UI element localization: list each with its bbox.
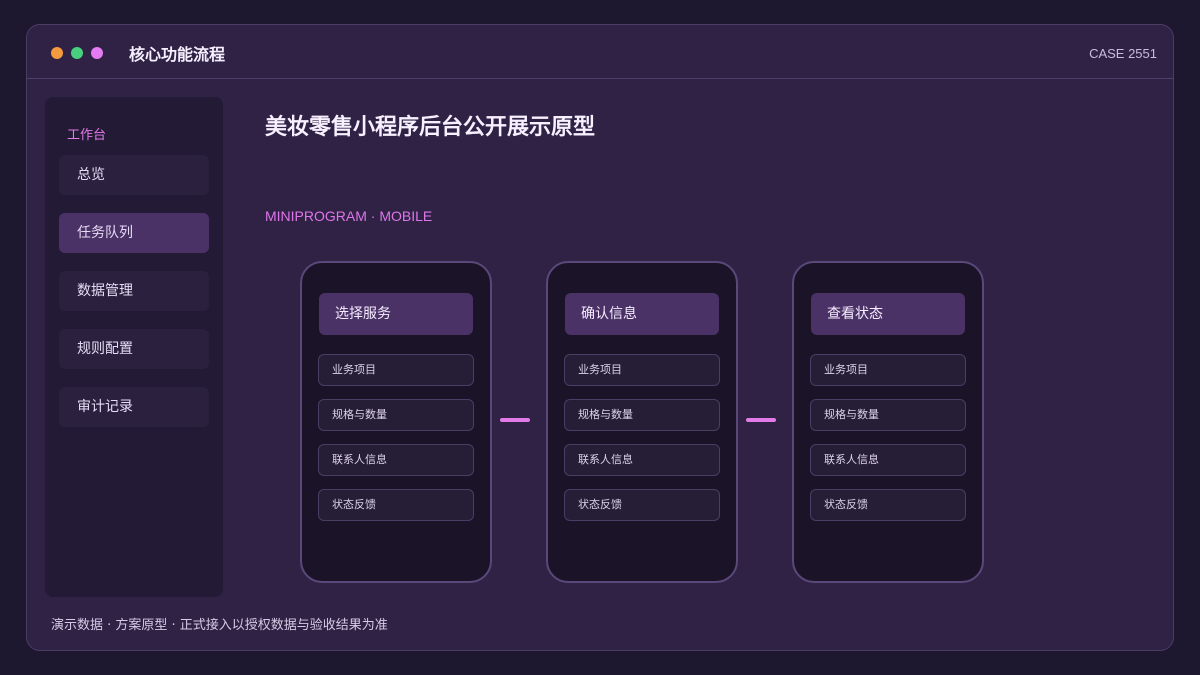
sidebar-item-rule-config[interactable]: 规则配置	[59, 329, 209, 369]
phone-field[interactable]: 联系人信息	[810, 444, 966, 476]
case-number: CASE 2551	[1089, 46, 1157, 61]
app-window: 核心功能流程 CASE 2551 工作台 总览 任务队列 数据管理 规则配置 审…	[26, 24, 1174, 651]
phone-header[interactable]: 确认信息	[565, 293, 719, 335]
phone-field[interactable]: 联系人信息	[564, 444, 720, 476]
phone-mockup-view-status: 查看状态 业务项目 规格与数量 联系人信息 状态反馈	[792, 261, 984, 583]
page-title: 美妆零售小程序后台公开展示原型	[265, 115, 596, 140]
phone-field[interactable]: 规格与数量	[810, 399, 966, 431]
phone-field[interactable]: 业务项目	[318, 354, 474, 386]
phone-header[interactable]: 选择服务	[319, 293, 473, 335]
phone-field[interactable]: 业务项目	[564, 354, 720, 386]
phone-field[interactable]: 业务项目	[810, 354, 966, 386]
phone-field[interactable]: 状态反馈	[810, 489, 966, 521]
footer-note: 演示数据 · 方案原型 · 正式接入以授权数据与验收结果为准	[51, 618, 388, 633]
phone-mockup-confirm-info: 确认信息 业务项目 规格与数量 联系人信息 状态反馈	[546, 261, 738, 583]
sidebar: 工作台 总览 任务队列 数据管理 规则配置 审计记录	[45, 97, 223, 597]
sidebar-item-data-management[interactable]: 数据管理	[59, 271, 209, 311]
page-subtitle: MINIPROGRAM · MOBILE	[265, 208, 433, 224]
phone-header[interactable]: 查看状态	[811, 293, 965, 335]
sidebar-item-task-queue[interactable]: 任务队列	[59, 213, 209, 253]
phone-field[interactable]: 规格与数量	[564, 399, 720, 431]
flow-connector	[746, 418, 776, 422]
sidebar-item-overview[interactable]: 总览	[59, 155, 209, 195]
sidebar-item-audit-log[interactable]: 审计记录	[59, 387, 209, 427]
phone-field[interactable]: 联系人信息	[318, 444, 474, 476]
phone-mockup-select-service: 选择服务 业务项目 规格与数量 联系人信息 状态反馈	[300, 261, 492, 583]
window-dot-pink[interactable]	[91, 47, 103, 59]
phone-field[interactable]: 状态反馈	[318, 489, 474, 521]
phone-field[interactable]: 状态反馈	[564, 489, 720, 521]
flow-connector	[500, 418, 530, 422]
phone-field[interactable]: 规格与数量	[318, 399, 474, 431]
sidebar-heading: 工作台	[67, 128, 107, 143]
window-dot-orange[interactable]	[51, 47, 63, 59]
window-title: 核心功能流程	[129, 45, 226, 64]
title-bar: 核心功能流程 CASE 2551	[27, 25, 1173, 79]
window-dot-green[interactable]	[71, 47, 83, 59]
